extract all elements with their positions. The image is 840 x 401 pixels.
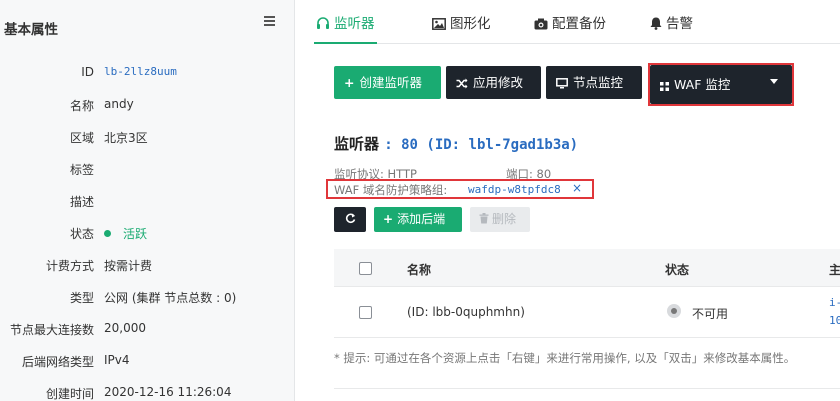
status-dot-icon bbox=[104, 230, 111, 237]
tab-label: 告警 bbox=[666, 16, 693, 32]
tab-bar: 监听器 图形化 配置备份 告警 bbox=[314, 0, 840, 44]
prop-value: 按需计费 bbox=[104, 259, 153, 273]
monitor-icon bbox=[556, 78, 568, 89]
create-listener-button[interactable]: + 创建监听器 bbox=[334, 66, 441, 99]
menu-icon[interactable] bbox=[264, 16, 275, 28]
waf-policy-row: WAF 域名防护策略组: wafdp-w8tpfdc8 × bbox=[326, 179, 594, 199]
prop-value: IPv4 bbox=[104, 353, 130, 367]
prop-key: 区域 bbox=[69, 131, 94, 145]
apply-changes-button[interactable]: 应用修改 bbox=[446, 66, 541, 99]
row-host-id[interactable]: i- bbox=[829, 296, 840, 309]
plus-icon: + bbox=[344, 75, 355, 90]
shuffle-icon bbox=[456, 78, 468, 89]
tab-graphical[interactable]: 图形化 bbox=[432, 12, 491, 44]
add-backend-button[interactable]: + 添加后端 bbox=[374, 207, 462, 232]
bell-icon bbox=[650, 17, 662, 30]
tab-label: 图形化 bbox=[450, 16, 491, 32]
header-status: 状态 bbox=[665, 263, 690, 277]
listener-title-id: : 80 (ID: lbl-7gad1b3a) bbox=[384, 137, 579, 153]
tab-listeners[interactable]: 监听器 bbox=[314, 12, 377, 44]
prop-network-type: 后端网络类型 IPv4 bbox=[0, 353, 295, 373]
header-name: 名称 bbox=[407, 263, 432, 277]
headset-icon bbox=[317, 17, 329, 29]
delete-button[interactable]: 删除 bbox=[470, 207, 530, 232]
waf-policy-link[interactable]: wafdp-w8tpfdc8 bbox=[468, 183, 561, 196]
row-host-ip[interactable]: 10 bbox=[829, 314, 840, 327]
prop-status: 状态 活跃 bbox=[0, 225, 295, 245]
image-icon bbox=[432, 18, 446, 30]
prop-key: 创建时间 bbox=[45, 387, 94, 401]
panel-title: 基本属性 bbox=[4, 22, 58, 38]
listener-title-label: 监听器 bbox=[334, 135, 380, 153]
prop-value: 20,000 bbox=[104, 321, 146, 335]
prop-key: 描述 bbox=[69, 195, 94, 209]
prop-name: 名称 andy bbox=[0, 97, 295, 117]
button-label: 节点监控 bbox=[573, 75, 624, 90]
divider bbox=[334, 388, 840, 389]
row-status: 不可用 bbox=[692, 307, 729, 321]
waf-remove-icon[interactable]: × bbox=[572, 181, 582, 195]
prop-value: 2020-12-16 11:26:04 bbox=[104, 385, 232, 399]
backend-table: 名称 状态 主机 (ID: lbb-0quphmhn) 不可用 i- 10 bbox=[334, 249, 840, 343]
camera-icon bbox=[534, 18, 548, 30]
listener-title: 监听器 : 80 (ID: lbl-7gad1b3a) bbox=[334, 133, 578, 154]
button-label: 创建监听器 bbox=[359, 75, 422, 90]
prop-created: 创建时间 2020-12-16 11:26:04 bbox=[0, 385, 295, 401]
button-label: 删除 bbox=[492, 212, 517, 226]
prop-value: 北京3区 bbox=[104, 131, 148, 145]
button-label: 添加后端 bbox=[397, 212, 446, 226]
prop-max-connections: 节点最大连接数 20,000 bbox=[0, 321, 295, 341]
waf-policy-label: WAF 域名防护策略组: bbox=[334, 183, 448, 197]
tab-config-backup[interactable]: 配置备份 bbox=[534, 12, 606, 44]
prop-key: 标签 bbox=[69, 163, 94, 177]
prop-description: 描述 bbox=[0, 193, 295, 213]
prop-value: andy bbox=[104, 97, 134, 111]
status-indicator-icon bbox=[667, 304, 681, 318]
prop-key: 计费方式 bbox=[45, 259, 94, 273]
prop-value[interactable]: lb-2llz8uum bbox=[104, 65, 177, 78]
prop-key: 状态 bbox=[69, 227, 94, 241]
table-row[interactable]: (ID: lbb-0quphmhn) 不可用 i- 10 bbox=[334, 287, 840, 338]
status-text: 活跃 bbox=[123, 227, 148, 241]
prop-billing: 计费方式 按需计费 bbox=[0, 257, 295, 277]
prop-key: 节点最大连接数 bbox=[9, 323, 94, 337]
main-panel: 监听器 图形化 配置备份 告警 + 创建监听器 应用修改 节点监控 WAF 监控 … bbox=[296, 0, 840, 401]
header-host: 主机 bbox=[829, 263, 840, 277]
properties-panel: 基本属性 ID lb-2llz8uum 名称 andy 区域 北京3区 标签 描… bbox=[0, 0, 295, 401]
refresh-button[interactable] bbox=[334, 207, 366, 232]
select-all-checkbox[interactable] bbox=[359, 262, 372, 275]
prop-key: 类型 bbox=[69, 291, 94, 305]
row-checkbox[interactable] bbox=[359, 306, 372, 319]
trash-icon bbox=[479, 213, 489, 224]
prop-tags: 标签 bbox=[0, 161, 295, 181]
node-monitor-button[interactable]: 节点监控 bbox=[546, 66, 642, 99]
prop-id: ID lb-2llz8uum bbox=[0, 65, 295, 85]
prop-value: 公网 (集群 节点总数 : 0) bbox=[104, 291, 237, 305]
tab-label: 监听器 bbox=[334, 16, 375, 32]
tab-label: 配置备份 bbox=[552, 16, 606, 32]
prop-key: 名称 bbox=[69, 99, 94, 113]
plus-icon: + bbox=[383, 212, 394, 226]
prop-key: ID bbox=[81, 65, 94, 79]
row-name: (ID: lbb-0quphmhn) bbox=[407, 305, 525, 319]
prop-region: 区域 北京3区 bbox=[0, 129, 295, 149]
refresh-icon bbox=[345, 213, 355, 224]
prop-type: 类型 公网 (集群 节点总数 : 0) bbox=[0, 289, 295, 309]
prop-value-wrap: 活跃 bbox=[104, 225, 147, 242]
tab-alerts[interactable]: 告警 bbox=[650, 12, 693, 44]
tip-text: * 提示: 可通过在各个资源上点击「右键」来进行常用操作, 以及「双击」来修改基… bbox=[334, 351, 796, 365]
waf-monitor-highlight bbox=[648, 63, 794, 106]
table-header: 名称 状态 主机 bbox=[334, 249, 840, 287]
button-label: 应用修改 bbox=[473, 75, 524, 90]
prop-key: 后端网络类型 bbox=[21, 355, 94, 369]
